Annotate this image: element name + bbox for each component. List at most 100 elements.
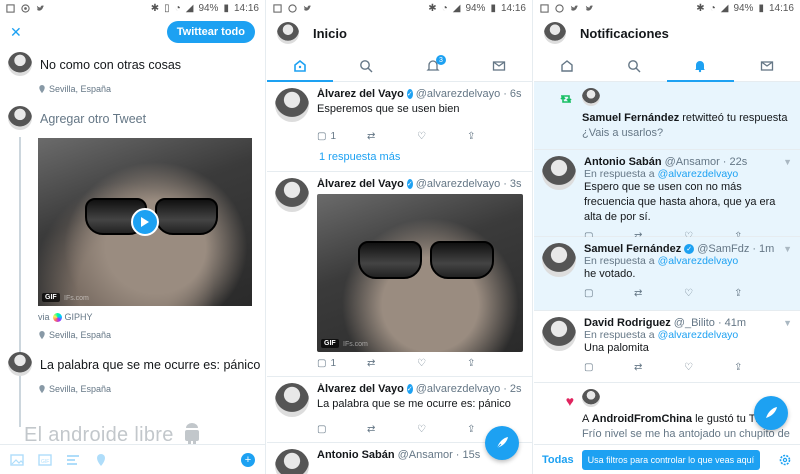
verified-icon: ✓ bbox=[684, 244, 695, 254]
chevron-down-icon[interactable]: ▼ bbox=[783, 318, 792, 328]
reply-to-link[interactable]: @alvarezdelvayo bbox=[658, 329, 739, 341]
avatar[interactable] bbox=[275, 177, 309, 212]
home-icon bbox=[561, 59, 573, 72]
author-name[interactable]: Antonio Sabán bbox=[317, 449, 395, 461]
author-name[interactable]: Álvarez del Vayo bbox=[317, 178, 404, 190]
user-name[interactable]: AndroidFromChina bbox=[592, 413, 692, 425]
like-icon[interactable]: ♡ bbox=[417, 358, 467, 369]
retweet-icon[interactable]: ⇄ bbox=[367, 131, 417, 142]
thread-tweet-2[interactable]: Agregar otro Tweet bbox=[8, 106, 265, 130]
tweet-text[interactable]: La palabra que se me ocurre es: pánico bbox=[40, 352, 260, 372]
notification-reply[interactable]: Samuel Fernández ✓ @SamFdz · 1m ▼ En res… bbox=[534, 237, 800, 311]
page-title: Inicio bbox=[313, 25, 347, 41]
reply-icon[interactable]: ▢ bbox=[317, 424, 367, 435]
notification-reply[interactable]: Antonio Sabán @Ansamor · 22s ▼ En respue… bbox=[534, 150, 800, 242]
like-icon[interactable]: ♡ bbox=[417, 131, 467, 142]
share-icon[interactable]: ⇪ bbox=[734, 362, 784, 373]
avatar[interactable] bbox=[275, 382, 309, 417]
tweet-header: Álvarez del Vayo ✓ @alvarezdelvayo · 3s … bbox=[317, 177, 522, 190]
filter-tooltip[interactable]: Usa filtros para controlar lo que veas a… bbox=[581, 449, 761, 470]
tab-home[interactable] bbox=[267, 50, 334, 82]
thread-tweet-1[interactable]: No como con otras cosas bbox=[8, 52, 265, 76]
author-name[interactable]: Álvarez del Vayo bbox=[317, 383, 404, 395]
filter-all-tab[interactable]: Todas bbox=[542, 454, 574, 466]
retweet-icon[interactable]: ⇄ bbox=[634, 362, 684, 373]
author-handle: @alvarezdelvayo bbox=[415, 177, 501, 190]
profile-avatar[interactable] bbox=[544, 22, 566, 44]
location-tag[interactable]: Sevilla, España bbox=[38, 384, 265, 394]
user-handle: @_Bilito bbox=[673, 317, 715, 329]
compose-tweet-button[interactable] bbox=[485, 426, 519, 460]
tweet-all-button[interactable]: Twittear todo bbox=[166, 21, 255, 43]
tweet-item[interactable]: Álvarez del Vayo ✓ @alvarezdelvayo · 3s … bbox=[267, 172, 532, 376]
avatar[interactable] bbox=[275, 88, 309, 122]
reply-to-link[interactable]: @alvarezdelvayo bbox=[658, 168, 739, 180]
play-icon[interactable] bbox=[131, 208, 159, 236]
chevron-down-icon[interactable]: ▼ bbox=[783, 244, 792, 254]
gif-attachment[interactable]: GIF IFs.com bbox=[38, 138, 252, 306]
user-name[interactable]: Samuel Fernández bbox=[582, 112, 679, 124]
user-name[interactable]: Samuel Fernández bbox=[584, 243, 681, 255]
tab-messages[interactable] bbox=[466, 50, 532, 81]
twitter-notification-icon bbox=[303, 4, 312, 11]
tab-search[interactable] bbox=[601, 50, 668, 81]
battery-level: 94% bbox=[465, 2, 486, 14]
like-icon[interactable]: ♡ bbox=[684, 288, 734, 299]
home-icon bbox=[294, 59, 306, 72]
gear-icon[interactable] bbox=[778, 453, 792, 467]
compose-tweet-button[interactable] bbox=[754, 396, 788, 430]
share-icon[interactable]: ⇪ bbox=[734, 288, 784, 299]
share-icon[interactable]: ⇪ bbox=[467, 358, 517, 369]
like-icon[interactable]: ♡ bbox=[417, 424, 467, 435]
image-icon[interactable] bbox=[10, 453, 24, 467]
notification-action: retwitteó tu respuesta bbox=[682, 112, 788, 124]
location-tag[interactable]: Sevilla, España bbox=[38, 84, 265, 94]
reply-to-link[interactable]: @alvarezdelvayo bbox=[658, 255, 739, 267]
tweet-item[interactable]: Álvarez del Vayo ✓ @alvarezdelvayo · 6s … bbox=[267, 82, 532, 149]
avatar[interactable] bbox=[542, 317, 576, 351]
app-bar: Inicio bbox=[267, 16, 532, 50]
poll-icon[interactable] bbox=[66, 453, 80, 467]
tab-home[interactable] bbox=[534, 50, 601, 81]
author-name[interactable]: Álvarez del Vayo bbox=[317, 88, 404, 100]
close-icon[interactable]: ✕ bbox=[10, 24, 22, 41]
avatar[interactable] bbox=[542, 156, 576, 190]
avatar bbox=[8, 352, 32, 376]
profile-avatar[interactable] bbox=[277, 22, 299, 44]
notification-snippet: Frío nivel se me ha antojado un chupito … bbox=[582, 427, 790, 440]
reply-button[interactable]: ▢ 1 bbox=[317, 131, 367, 142]
like-icon[interactable]: ♡ bbox=[684, 362, 734, 373]
tweet-text[interactable]: No como con otras cosas bbox=[40, 52, 181, 72]
reply-button[interactable]: ▢ 1 bbox=[317, 358, 367, 369]
retweet-icon[interactable]: ⇄ bbox=[634, 288, 684, 299]
location-icon[interactable] bbox=[94, 453, 108, 467]
avatar[interactable] bbox=[275, 448, 309, 474]
notification-reply[interactable]: David Rodriguez @_Bilito · 41m ▼ En resp… bbox=[534, 311, 800, 383]
share-icon[interactable]: ⇪ bbox=[467, 131, 517, 142]
more-replies-link[interactable]: 1 respuesta más bbox=[267, 149, 532, 172]
tab-messages[interactable] bbox=[734, 50, 800, 81]
avatar[interactable] bbox=[582, 88, 600, 106]
avatar[interactable] bbox=[542, 243, 576, 277]
tweet-gif[interactable]: GIF IFs.com bbox=[317, 193, 523, 352]
avatar[interactable] bbox=[582, 389, 600, 407]
notification-retweet[interactable]: Samuel Fernández retwitteó tu respuesta … bbox=[534, 82, 800, 150]
add-tweet-placeholder[interactable]: Agregar otro Tweet bbox=[40, 106, 146, 126]
chevron-down-icon[interactable]: ▼ bbox=[783, 157, 792, 167]
heart-icon: ♥ bbox=[565, 393, 574, 409]
user-name[interactable]: Antonio Sabán bbox=[584, 156, 662, 168]
reply-icon[interactable]: ▢ bbox=[584, 362, 634, 373]
image-notification-icon bbox=[6, 3, 15, 13]
mail-icon bbox=[760, 60, 773, 71]
tab-notifications[interactable]: 3 bbox=[400, 50, 466, 81]
retweet-icon[interactable]: ⇄ bbox=[367, 424, 417, 435]
reply-icon[interactable]: ▢ bbox=[584, 288, 634, 299]
thread-tweet-3[interactable]: La palabra que se me ocurre es: pánico bbox=[8, 352, 265, 376]
gif-icon[interactable]: GIF bbox=[38, 453, 52, 467]
tab-search[interactable] bbox=[333, 50, 399, 81]
user-name[interactable]: David Rodriguez bbox=[584, 317, 671, 329]
tab-notifications[interactable] bbox=[667, 50, 734, 82]
add-tweet-icon[interactable]: + bbox=[241, 452, 255, 467]
location-tag[interactable]: Sevilla, España bbox=[38, 330, 265, 340]
retweet-icon[interactable]: ⇄ bbox=[367, 358, 417, 369]
